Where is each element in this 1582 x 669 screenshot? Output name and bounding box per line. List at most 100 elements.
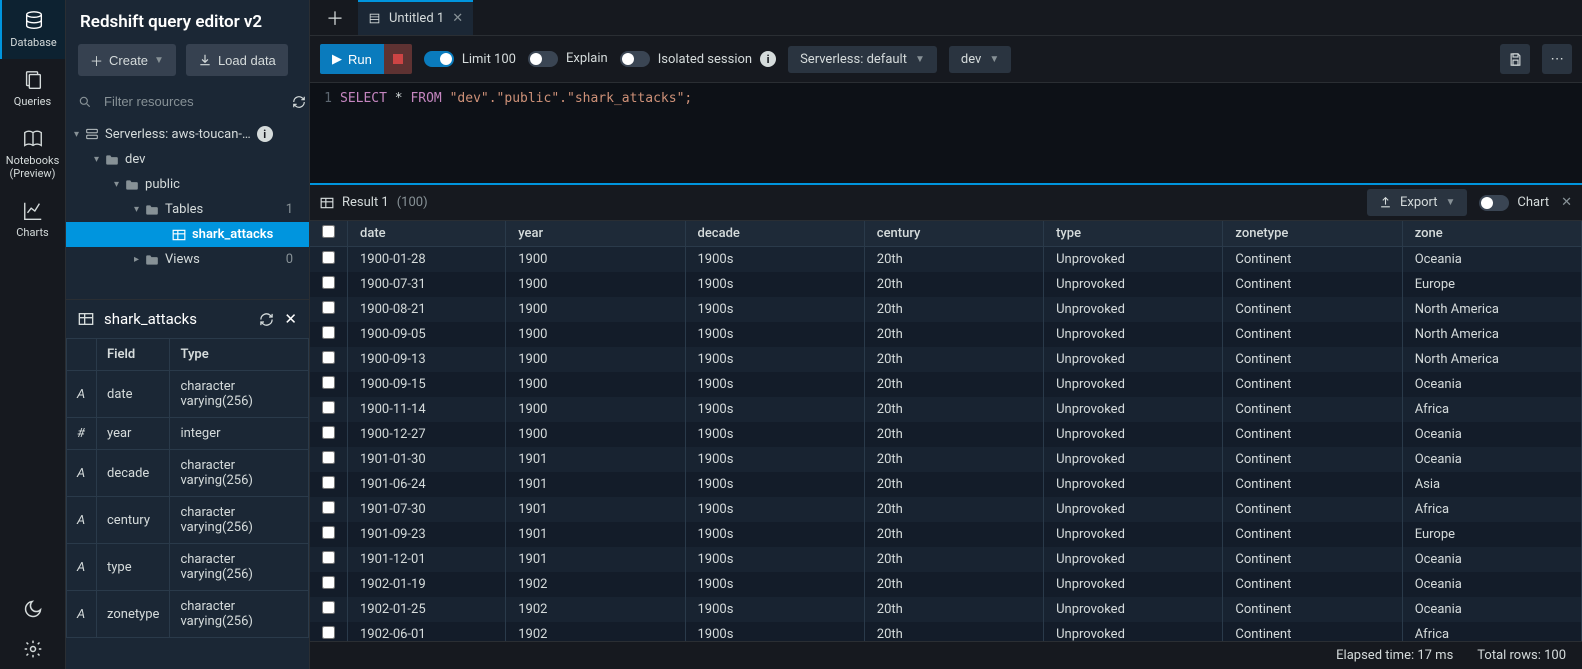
save-button[interactable] (1500, 44, 1530, 74)
cell: 1900 (506, 247, 685, 273)
rail-charts[interactable]: Charts (0, 190, 65, 249)
refresh-icon[interactable] (292, 95, 306, 109)
stop-icon (393, 54, 403, 64)
field-datatype: integer (170, 418, 309, 450)
row-checkbox[interactable] (322, 576, 335, 589)
cell: Unprovoked (1044, 297, 1223, 322)
row-checkbox[interactable] (322, 601, 335, 614)
cell: 1900 (506, 397, 685, 422)
cell: 1902-01-25 (348, 597, 506, 622)
rail-settings[interactable] (0, 629, 65, 669)
status-elapsed: Elapsed time: 17 ms (1336, 648, 1453, 663)
rail-theme[interactable] (0, 589, 65, 629)
refresh-icon[interactable] (259, 312, 274, 327)
cell: 1902-01-19 (348, 572, 506, 597)
results-grid[interactable]: dateyeardecadecenturytypezonetypezone 19… (310, 221, 1582, 641)
cell: 1900-11-14 (348, 397, 506, 422)
filter-input[interactable] (100, 90, 284, 113)
chevron-down-icon: ▾ (134, 204, 139, 215)
table-row[interactable]: 1900-11-1419001900s20thUnprovokedContine… (310, 397, 1582, 422)
column-header[interactable]: century (864, 221, 1043, 247)
cell: Continent (1223, 347, 1402, 372)
add-tab-button[interactable]: ＋ (316, 5, 354, 31)
cell: Asia (1402, 472, 1581, 497)
limit-toggle[interactable] (424, 51, 454, 67)
tree-schema[interactable]: ▾ public (66, 172, 309, 197)
tree-server[interactable]: ▾ Serverless: aws-toucan-… i (66, 121, 309, 147)
table-row[interactable]: 1901-12-0119011900s20thUnprovokedContine… (310, 547, 1582, 572)
table-row[interactable]: 1900-09-0519001900s20thUnprovokedContine… (310, 322, 1582, 347)
column-header[interactable]: type (1044, 221, 1223, 247)
tree-views[interactable]: ▸ Views 0 (66, 247, 309, 272)
table-row[interactable]: 1901-07-3019011900s20thUnprovokedContine… (310, 497, 1582, 522)
result-tab[interactable]: Result 1 (100) (320, 195, 428, 210)
sql-editor[interactable]: 1 SELECT * FROM "dev"."public"."shark_at… (310, 83, 1582, 183)
table-row[interactable]: 1900-07-3119001900s20thUnprovokedContine… (310, 272, 1582, 297)
rail-database[interactable]: Database (0, 0, 65, 59)
column-header[interactable]: year (506, 221, 685, 247)
tree-db[interactable]: ▾ dev (66, 147, 309, 172)
row-checkbox[interactable] (322, 451, 335, 464)
row-checkbox[interactable] (322, 351, 335, 364)
load-data-button[interactable]: Load data (186, 44, 288, 76)
table-row[interactable]: 1902-01-1919021900s20thUnprovokedContine… (310, 572, 1582, 597)
table-row[interactable]: 1900-12-2719001900s20thUnprovokedContine… (310, 422, 1582, 447)
field-datatype: character varying(256) (170, 544, 309, 591)
table-icon (320, 197, 334, 209)
row-checkbox[interactable] (322, 501, 335, 514)
cell: 1902 (506, 572, 685, 597)
column-header[interactable]: zone (1402, 221, 1581, 247)
info-icon[interactable]: i (257, 126, 273, 142)
row-checkbox[interactable] (322, 551, 335, 564)
cell: 1900 (506, 372, 685, 397)
rail-queries[interactable]: Queries (0, 59, 65, 118)
create-button[interactable]: ＋ Create ▼ (78, 44, 176, 76)
field-type-glyph: A (67, 544, 97, 591)
close-icon[interactable]: ✕ (1561, 195, 1572, 210)
row-checkbox[interactable] (322, 276, 335, 289)
chart-toggle[interactable] (1479, 195, 1509, 211)
row-checkbox[interactable] (322, 426, 335, 439)
cell: Continent (1223, 322, 1402, 347)
table-row[interactable]: 1902-06-0119021900s20thUnprovokedContine… (310, 622, 1582, 641)
table-row[interactable]: 1901-01-3019011900s20thUnprovokedContine… (310, 447, 1582, 472)
info-icon[interactable]: i (760, 51, 776, 67)
tab-untitled[interactable]: Untitled 1 ✕ (358, 0, 473, 35)
env-dropdown[interactable]: dev ▼ (949, 46, 1011, 73)
stop-button[interactable] (384, 44, 412, 74)
tree-tables[interactable]: ▾ Tables 1 (66, 197, 309, 222)
export-button[interactable]: Export ▼ (1367, 189, 1467, 216)
folder-icon (145, 254, 159, 266)
cell: Continent (1223, 447, 1402, 472)
row-checkbox[interactable] (322, 251, 335, 264)
table-row[interactable]: 1902-01-2519021900s20thUnprovokedContine… (310, 597, 1582, 622)
line-number: 1 (310, 91, 340, 175)
serverless-dropdown[interactable]: Serverless: default ▼ (788, 46, 937, 73)
select-all-checkbox[interactable] (322, 225, 335, 238)
more-button[interactable]: ⋯ (1542, 44, 1572, 74)
row-checkbox[interactable] (322, 526, 335, 539)
table-row[interactable]: 1900-09-1519001900s20thUnprovokedContine… (310, 372, 1582, 397)
close-icon[interactable]: ✕ (284, 310, 297, 328)
table-row[interactable]: 1900-09-1319001900s20thUnprovokedContine… (310, 347, 1582, 372)
table-row[interactable]: 1901-09-2319011900s20thUnprovokedContine… (310, 522, 1582, 547)
column-header[interactable]: decade (685, 221, 864, 247)
cell: 1901-09-23 (348, 522, 506, 547)
row-checkbox[interactable] (322, 476, 335, 489)
row-checkbox[interactable] (322, 301, 335, 314)
table-row[interactable]: 1901-06-2419011900s20thUnprovokedContine… (310, 472, 1582, 497)
run-button[interactable]: ▶ Run (320, 44, 384, 74)
isolated-toggle[interactable] (620, 51, 650, 67)
column-header[interactable]: date (348, 221, 506, 247)
close-icon[interactable]: ✕ (452, 11, 463, 26)
explain-toggle[interactable] (528, 51, 558, 67)
table-row[interactable]: 1900-08-2119001900s20thUnprovokedContine… (310, 297, 1582, 322)
row-checkbox[interactable] (322, 401, 335, 414)
tree-table-shark-attacks[interactable]: shark_attacks (66, 222, 309, 247)
row-checkbox[interactable] (322, 626, 335, 639)
row-checkbox[interactable] (322, 376, 335, 389)
column-header[interactable]: zonetype (1223, 221, 1402, 247)
rail-notebooks[interactable]: Notebooks (Preview) (0, 118, 65, 190)
table-row[interactable]: 1900-01-2819001900s20thUnprovokedContine… (310, 247, 1582, 273)
row-checkbox[interactable] (322, 326, 335, 339)
